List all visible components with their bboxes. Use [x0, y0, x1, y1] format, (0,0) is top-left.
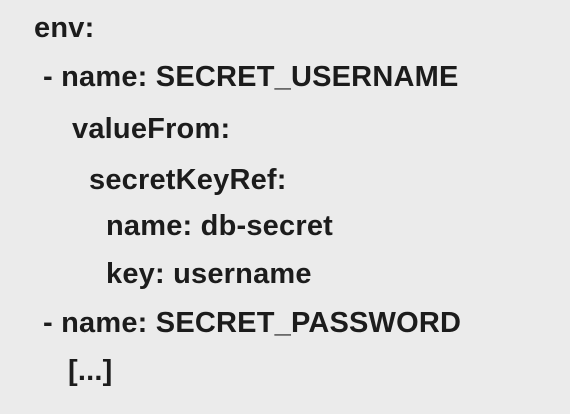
code-line-value-from: valueFrom:: [72, 113, 231, 145]
code-line-name-secret-username: - name: SECRET_USERNAME: [43, 61, 459, 93]
code-line-env: env:: [34, 12, 95, 44]
code-line-key-username: key: username: [106, 258, 312, 290]
code-line-name-secret-password: - name: SECRET_PASSWORD: [43, 307, 462, 339]
code-line-name-db-secret: name: db-secret: [106, 210, 334, 242]
code-line-secret-key-ref: secretKeyRef:: [89, 164, 287, 196]
code-line-ellipsis: [...]: [68, 355, 113, 387]
yaml-code-block: env: - name: SECRET_USERNAME valueFrom: …: [0, 0, 570, 414]
